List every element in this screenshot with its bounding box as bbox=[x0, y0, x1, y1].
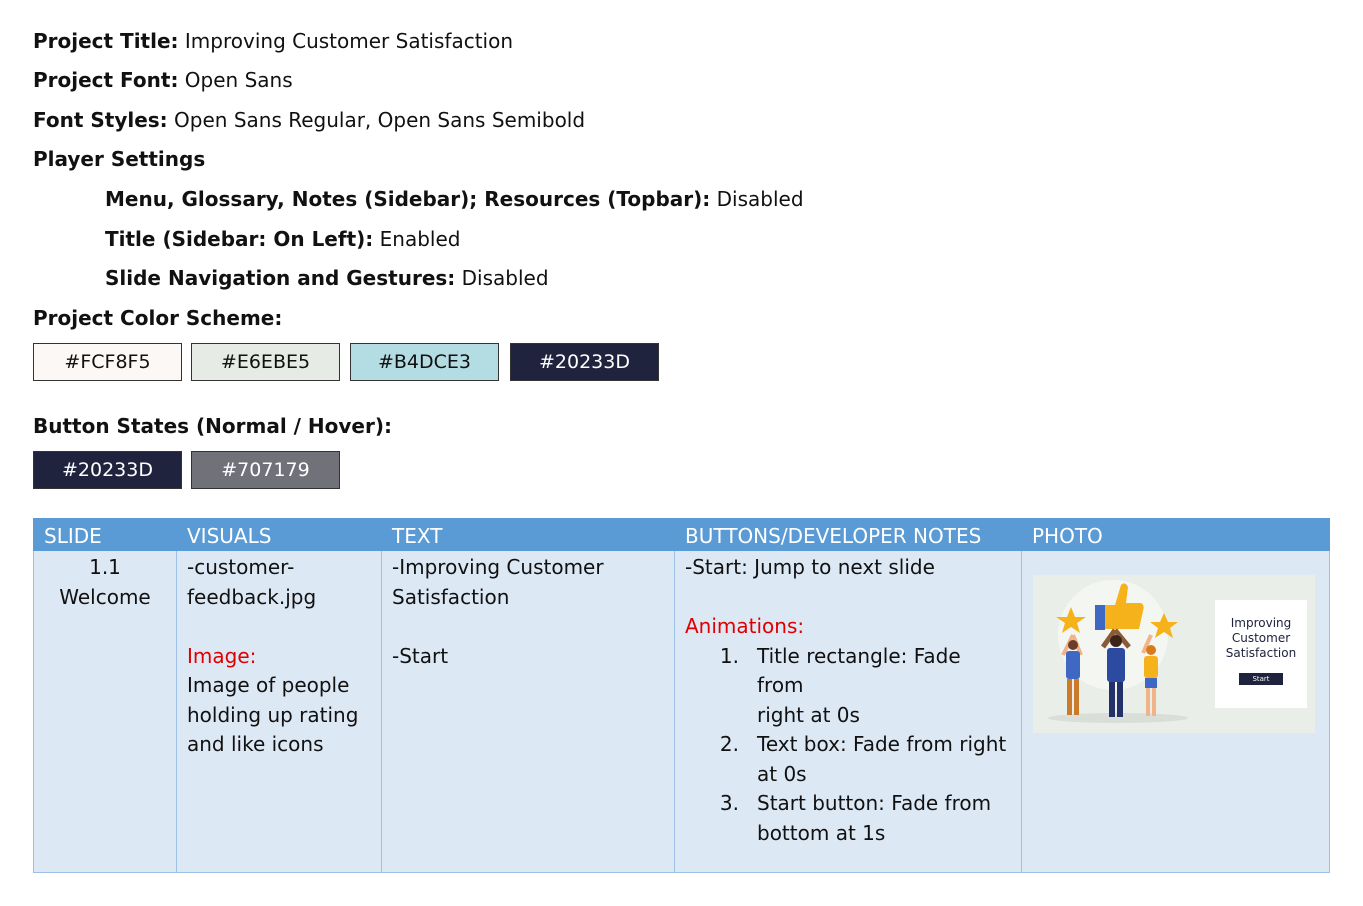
image-label: Image: bbox=[187, 643, 257, 668]
visuals-file-name-cont: feedback.jpg bbox=[187, 584, 317, 609]
thumbnail-title-card: Improving Customer Satisfaction Start bbox=[1215, 600, 1307, 708]
notes-cell: -Start: Jump to next slide Animations: 1… bbox=[674, 550, 1022, 873]
slide-name: Welcome bbox=[59, 584, 151, 609]
slide-cell: 1.1 Welcome bbox=[33, 550, 177, 873]
slide-text-title: -Improving Customer bbox=[392, 555, 604, 579]
start-note: -Start: Jump to next slide bbox=[685, 555, 935, 579]
slide-text-title-cont: Satisfaction bbox=[392, 584, 510, 609]
column-header-photo: PHOTO bbox=[1021, 518, 1330, 551]
color-swatch: #20233D bbox=[510, 343, 659, 381]
column-header-visuals: VISUALS bbox=[176, 518, 382, 551]
player-setting-sidebar: Menu, Glossary, Notes (Sidebar); Resourc… bbox=[105, 185, 804, 213]
table-header-row: SLIDE VISUALS TEXT BUTTONS/DEVELOPER NOT… bbox=[33, 518, 1330, 551]
list-item: 3. Start button: Fade from bottom at 1s bbox=[719, 791, 992, 845]
slide-text-start: -Start bbox=[392, 643, 449, 668]
project-title-value: Improving Customer Satisfaction bbox=[178, 29, 513, 53]
thumbnail-title: Improving Customer Satisfaction bbox=[1225, 616, 1297, 660]
player-settings-heading: Player Settings bbox=[33, 147, 206, 171]
storyboard-page: Project Title: Improving Customer Satisf… bbox=[0, 0, 1363, 906]
list-item: 1. Title rectangle: Fade from right at 0s bbox=[719, 643, 961, 727]
player-setting-title: Title (Sidebar: On Left): Enabled bbox=[105, 225, 460, 253]
column-header-slide: SLIDE bbox=[33, 518, 177, 551]
color-swatch: #FCF8F5 bbox=[33, 343, 182, 381]
button-state-swatch-normal: #20233D bbox=[33, 451, 182, 489]
project-font-label: Project Font: bbox=[33, 68, 179, 92]
player-setting-value: Disabled bbox=[710, 187, 804, 211]
font-styles-value: Open Sans Regular, Open Sans Semibold bbox=[167, 108, 586, 132]
image-description: holding up rating bbox=[187, 702, 359, 727]
visuals-cell: -customer- feedback.jpg Image: Image of … bbox=[176, 550, 382, 873]
project-font-line: Project Font: Open Sans bbox=[33, 66, 293, 94]
column-header-notes: BUTTONS/DEVELOPER NOTES bbox=[674, 518, 1022, 551]
color-swatch: #E6EBE5 bbox=[191, 343, 340, 381]
player-setting-value: Enabled bbox=[373, 227, 461, 251]
player-setting-label: Slide Navigation and Gestures: bbox=[105, 266, 456, 290]
animations-label: Animations: bbox=[685, 614, 805, 638]
slide-thumbnail-image: Improving Customer Satisfaction Start bbox=[1033, 575, 1315, 733]
project-title-label: Project Title: bbox=[33, 29, 179, 53]
text-cell: -Improving Customer Satisfaction -Start bbox=[381, 550, 675, 873]
color-swatch: #B4DCE3 bbox=[350, 343, 499, 381]
animations-list: 1. Title rectangle: Fade from right at 0s… bbox=[685, 642, 1011, 849]
image-description: and like icons bbox=[187, 732, 324, 756]
player-setting-label: Title (Sidebar: On Left): bbox=[105, 227, 374, 251]
image-description: Image of people bbox=[187, 673, 350, 697]
button-state-swatch-hover: #707179 bbox=[191, 451, 340, 489]
button-states-heading: Button States (Normal / Hover): bbox=[33, 414, 392, 438]
project-font-value: Open Sans bbox=[178, 68, 293, 92]
font-styles-line: Font Styles: Open Sans Regular, Open San… bbox=[33, 106, 585, 134]
visuals-file-name: -customer- bbox=[187, 555, 295, 579]
font-styles-label: Font Styles: bbox=[33, 108, 168, 132]
player-setting-navigation: Slide Navigation and Gestures: Disabled bbox=[105, 264, 549, 292]
player-setting-label: Menu, Glossary, Notes (Sidebar); Resourc… bbox=[105, 187, 711, 211]
column-header-text: TEXT bbox=[381, 518, 675, 551]
thumbnail-start-button: Start bbox=[1239, 673, 1283, 685]
player-setting-value: Disabled bbox=[455, 266, 549, 290]
list-item: 2. Text box: Fade from right at 0s bbox=[719, 732, 1007, 786]
color-scheme-heading: Project Color Scheme: bbox=[33, 306, 283, 330]
slide-number: 1.1 bbox=[89, 555, 121, 579]
project-title-line: Project Title: Improving Customer Satisf… bbox=[33, 27, 513, 55]
